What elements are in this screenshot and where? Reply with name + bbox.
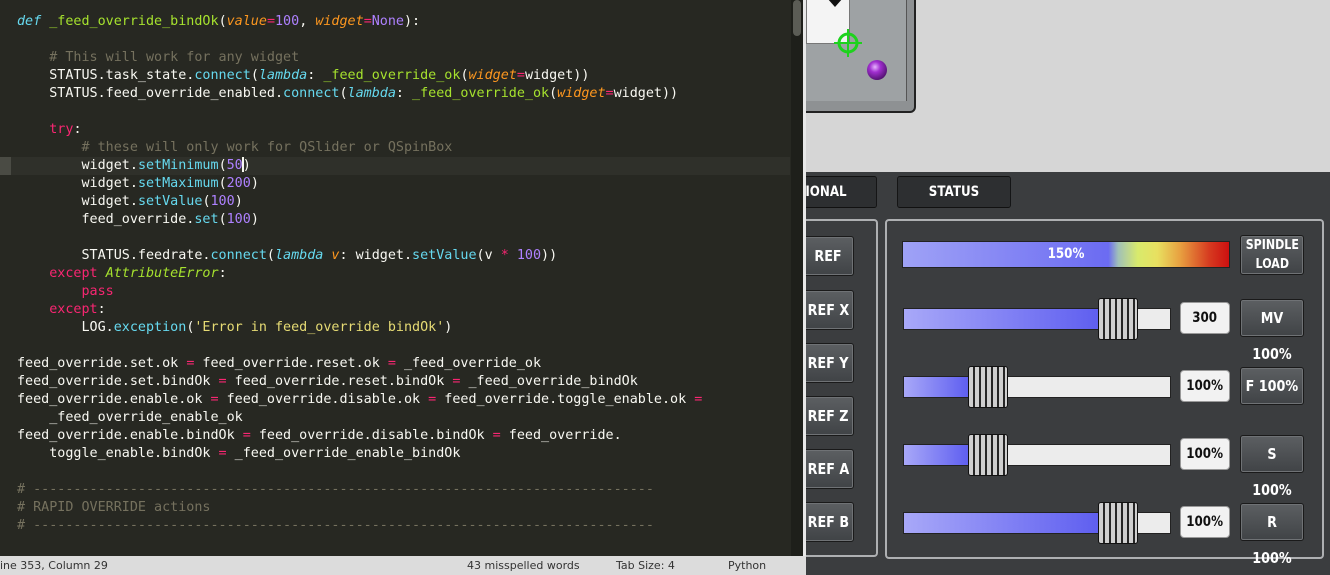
gcode-preview[interactable] xyxy=(806,0,907,101)
code-line: STATUS.feed_override_enabled.connect(lam… xyxy=(17,86,679,101)
spindle-override-button-label: S 100% xyxy=(1252,445,1292,499)
ref-all-label: REF xyxy=(814,247,842,265)
spindle-load-button[interactable]: SPINDLE LOAD xyxy=(1240,235,1304,275)
feed-override-button-label: F 100% xyxy=(1245,377,1299,395)
code-editor[interactable]: def _feed_override_bindOk(value=100, wid… xyxy=(0,0,806,575)
max-velocity-value-text: 300 xyxy=(1192,310,1218,326)
code-line: feed_override.enable.bindOk = feed_overr… xyxy=(17,428,622,443)
code-line-current: widget.setMinimum(50) xyxy=(0,157,790,175)
code-line: pass xyxy=(81,284,114,299)
ref-x-button[interactable]: REF X xyxy=(806,290,854,330)
code-line: except: xyxy=(49,302,106,317)
spindle-override-slider[interactable] xyxy=(903,434,1171,476)
ref-y-label: REF Y xyxy=(807,354,849,372)
slider-handle[interactable] xyxy=(1098,298,1138,340)
spindle-override-value: 100% xyxy=(1180,438,1230,470)
code-area[interactable]: def _feed_override_bindOk(value=100, wid… xyxy=(0,13,790,535)
code-line: feed_override.set.ok = feed_override.res… xyxy=(17,356,542,371)
slider-fill xyxy=(904,445,968,465)
ref-a-label: REF A xyxy=(807,460,849,478)
feed-override-value: 100% xyxy=(1180,370,1230,402)
feed-override-slider[interactable] xyxy=(903,366,1171,408)
tool-sphere-icon xyxy=(867,60,887,80)
ref-a-button[interactable]: REF A xyxy=(806,449,854,489)
slider-fill xyxy=(904,377,968,397)
code-line: widget.setMaximum(200) xyxy=(17,176,259,191)
rapid-override-button-label: R 100% xyxy=(1252,513,1292,567)
ref-all-button[interactable]: REF xyxy=(806,236,854,276)
spindle-override-reset-button[interactable]: S 100% xyxy=(1240,435,1304,499)
max-velocity-reset-button[interactable]: MV 100% xyxy=(1240,299,1304,363)
gutter-marker xyxy=(0,157,11,175)
tab-size-selector[interactable]: Tab Size: 4 xyxy=(616,556,675,575)
code-line: widget.setValue(100) xyxy=(17,194,243,209)
spindle-load-value: 150% xyxy=(1047,246,1085,262)
tab-status[interactable]: STATUS xyxy=(897,176,1011,208)
code-line: toggle_enable.bindOk = _feed_override_en… xyxy=(17,446,461,461)
code-line: STATUS.task_state.connect(lambda: _feed_… xyxy=(17,68,590,83)
feed-override-reset-button[interactable]: F 100% xyxy=(1240,367,1304,405)
ref-b-button[interactable]: REF B xyxy=(806,502,854,542)
spindle-override-value-text: 100% xyxy=(1186,446,1224,462)
max-velocity-button-label: MV 100% xyxy=(1252,309,1292,363)
reference-group: REF REF X REF Y REF Z REF A REF B xyxy=(806,219,878,557)
code-line: feed_override.set.bindOk = feed_override… xyxy=(17,374,638,389)
feed-override-value-text: 100% xyxy=(1186,378,1224,394)
syntax-selector[interactable]: Python xyxy=(728,556,766,575)
slider-fill xyxy=(904,513,1098,533)
code-line: LOG.exception('Error in feed_override bi… xyxy=(17,320,453,335)
ref-x-label: REF X xyxy=(807,301,849,319)
cursor-position: ine 353, Column 29 xyxy=(0,559,108,572)
spindle-load-bar: 150% xyxy=(902,241,1230,268)
rapid-override-value: 100% xyxy=(1180,506,1230,538)
code-line: except AttributeError: xyxy=(49,266,227,281)
rapid-override-slider[interactable] xyxy=(903,502,1171,544)
editor-scrollbar[interactable] xyxy=(791,0,803,556)
machine-control-panel: IONAL STATUS REF REF X REF Y REF Z REF A… xyxy=(806,0,1330,575)
code-line: # these will only work for QSlider or QS… xyxy=(81,140,453,155)
code-line: # --------------------------------------… xyxy=(17,482,654,497)
spindle-load-label: SPINDLE LOAD xyxy=(1245,238,1299,272)
rapid-override-value-text: 100% xyxy=(1186,514,1224,530)
rapid-override-reset-button[interactable]: R 100% xyxy=(1240,503,1304,567)
code-line: feed_override.enable.ok = feed_override.… xyxy=(17,392,703,407)
ref-z-button[interactable]: REF Z xyxy=(806,396,854,436)
text-cursor xyxy=(241,157,244,172)
ref-b-label: REF B xyxy=(807,513,849,531)
code-line: # RAPID OVERRIDE actions xyxy=(17,500,211,515)
ref-z-label: REF Z xyxy=(807,407,849,425)
editor-statusbar: ine 353, Column 29 43 misspelled words T… xyxy=(0,556,806,575)
tool-pointer-icon xyxy=(827,0,843,7)
ref-y-button[interactable]: REF Y xyxy=(806,343,854,383)
tab-operational[interactable]: IONAL xyxy=(806,176,877,208)
spelling-status[interactable]: 43 misspelled words xyxy=(467,556,580,575)
slider-handle[interactable] xyxy=(1098,502,1138,544)
code-line: def _feed_override_bindOk(value=100, wid… xyxy=(17,14,421,29)
max-velocity-slider[interactable] xyxy=(903,298,1171,340)
code-line: # This will work for any widget xyxy=(49,50,300,65)
slider-handle[interactable] xyxy=(968,366,1008,408)
code-line: _feed_override_enable_ok xyxy=(17,410,243,425)
gcode-preview-frame xyxy=(806,0,916,113)
crosshair-icon xyxy=(834,29,862,57)
code-line: # --------------------------------------… xyxy=(17,518,654,533)
slider-handle[interactable] xyxy=(968,434,1008,476)
code-line: STATUS.feedrate.connect(lambda v: widget… xyxy=(17,248,558,263)
scrollbar-thumb[interactable] xyxy=(793,0,801,36)
max-velocity-value: 300 xyxy=(1180,302,1230,334)
code-line: try: xyxy=(49,122,82,137)
slider-fill xyxy=(904,309,1098,329)
code-line: feed_override.set(100) xyxy=(17,212,259,227)
